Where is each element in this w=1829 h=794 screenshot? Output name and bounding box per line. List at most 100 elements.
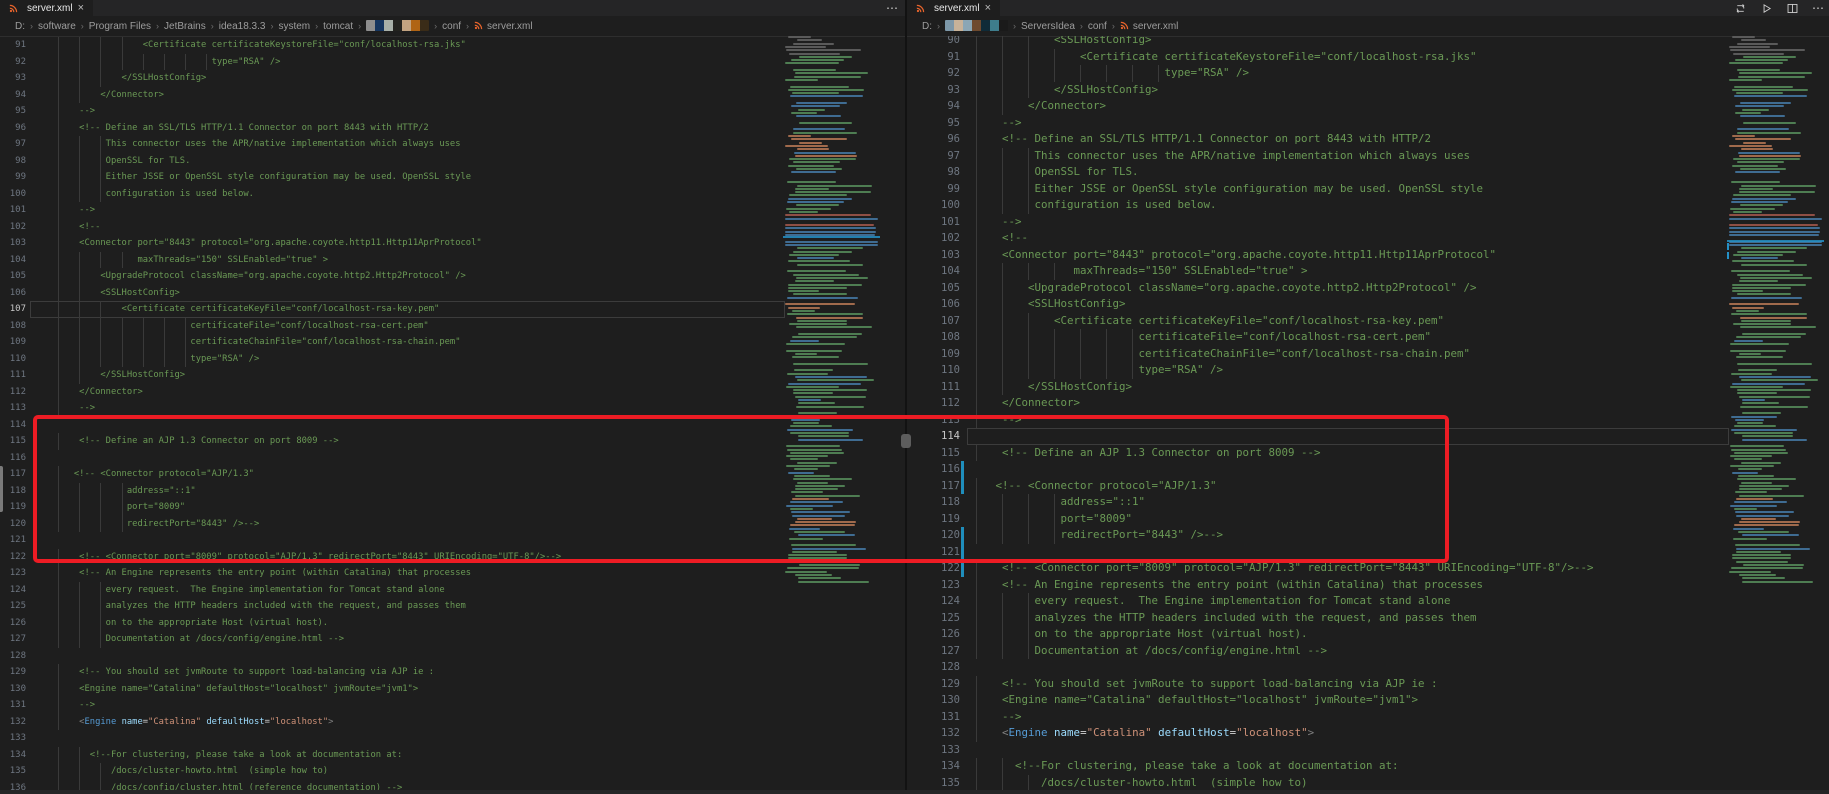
code-line[interactable]: 104 maxThreads="150" SSLEnabled="true" >	[907, 263, 1829, 280]
code-line[interactable]: 103 <Connector port="8443" protocol="org…	[0, 235, 905, 252]
code-line[interactable]: 125 analyzes the HTTP headers included w…	[907, 610, 1829, 627]
modified-line-indicator[interactable]	[961, 544, 964, 561]
code-line[interactable]: 119 port="8009"	[0, 499, 905, 516]
code-line[interactable]: 120 redirectPort="8443" />-->	[0, 516, 905, 533]
code-editor-left[interactable]: 91 <Certificate certificateKeystoreFile=…	[0, 36, 905, 794]
code-line[interactable]: 109 certificateChainFile="conf/localhost…	[907, 346, 1829, 363]
code-line[interactable]: 121	[0, 532, 905, 549]
code-line[interactable]: 96 <!-- Define an SSL/TLS HTTP/1.1 Conne…	[0, 120, 905, 137]
code-line[interactable]: 126 on to the appropriate Host (virtual …	[0, 615, 905, 632]
code-line[interactable]: 92 type="RSA" />	[907, 65, 1829, 82]
code-line[interactable]: 133	[907, 742, 1829, 759]
breadcrumb-item[interactable]: ServersIdea	[1020, 21, 1076, 32]
code-line[interactable]: 107 <Certificate certificateKeyFile="con…	[907, 313, 1829, 330]
code-line[interactable]: 114	[907, 428, 1829, 445]
breadcrumb-item[interactable]: system	[277, 21, 311, 32]
breadcrumb-item[interactable]: JetBrains	[163, 21, 207, 32]
code-line[interactable]: 116	[907, 461, 1829, 478]
code-line[interactable]: 115 <!-- Define an AJP 1.3 Connector on …	[0, 433, 905, 450]
code-line[interactable]: 94 </Connector>	[0, 87, 905, 104]
code-line[interactable]: 113 -->	[907, 412, 1829, 429]
breadcrumb-item-redacted[interactable]	[365, 20, 430, 31]
code-line[interactable]: 93 </SSLHostConfig>	[0, 70, 905, 87]
code-line[interactable]: 131 -->	[0, 697, 905, 714]
code-line[interactable]: 130 <Engine name="Catalina" defaultHost=…	[907, 692, 1829, 709]
code-line[interactable]: 102 <!--	[907, 230, 1829, 247]
pane-sash-handle[interactable]	[901, 434, 911, 448]
code-line[interactable]: 134 <!--For clustering, please take a lo…	[907, 758, 1829, 775]
code-line[interactable]: 106 <SSLHostConfig>	[907, 296, 1829, 313]
split-editor-button[interactable]	[1786, 2, 1799, 15]
breadcrumb-item[interactable]: tomcat	[322, 21, 354, 32]
code-line[interactable]: 122 <!-- <Connector port="8009" protocol…	[907, 560, 1829, 577]
code-line[interactable]: 135 /docs/cluster-howto.html (simple how…	[0, 763, 905, 780]
more-actions-button[interactable]: ⋯	[886, 1, 899, 15]
code-line[interactable]: 126 on to the appropriate Host (virtual …	[907, 626, 1829, 643]
code-line[interactable]: 123 <!-- An Engine represents the entry …	[907, 577, 1829, 594]
scrollbar-right[interactable]	[1824, 36, 1829, 794]
code-line[interactable]: 101 -->	[0, 202, 905, 219]
code-line[interactable]: 101 -->	[907, 214, 1829, 231]
code-line[interactable]: 127 Documentation at /docs/config/engine…	[907, 643, 1829, 660]
code-line[interactable]: 122 <!-- <Connector port="8009" protocol…	[0, 549, 905, 566]
code-line[interactable]: 132 <Engine name="Catalina" defaultHost=…	[907, 725, 1829, 742]
code-line[interactable]: 118 address="::1"	[0, 483, 905, 500]
code-line[interactable]: 128	[907, 659, 1829, 676]
open-changes-icon[interactable]	[1734, 2, 1747, 15]
code-line[interactable]: 95 -->	[907, 115, 1829, 132]
tab-server-xml-right[interactable]: server.xml ×	[907, 0, 1001, 16]
code-line[interactable]: 94 </Connector>	[907, 98, 1829, 115]
breadcrumb-item[interactable]: idea18.3.3	[218, 21, 267, 32]
code-line[interactable]: 98 OpenSSL for TLS.	[0, 153, 905, 170]
code-line[interactable]: 110 type="RSA" />	[907, 362, 1829, 379]
breadcrumb-item[interactable]: software	[37, 21, 77, 32]
code-line[interactable]: 104 maxThreads="150" SSLEnabled="true" >	[0, 252, 905, 269]
modified-line-indicator[interactable]	[961, 527, 964, 544]
code-line[interactable]: 129 <!-- You should set jvmRoute to supp…	[0, 664, 905, 681]
code-line[interactable]: 134 <!--For clustering, please take a lo…	[0, 747, 905, 764]
code-line[interactable]: 119 port="8009"	[907, 511, 1829, 528]
code-line[interactable]: 106 <SSLHostConfig>	[0, 285, 905, 302]
code-line[interactable]: 92 type="RSA" />	[0, 54, 905, 71]
code-line[interactable]: 130 <Engine name="Catalina" defaultHost=…	[0, 681, 905, 698]
code-line[interactable]: 113 -->	[0, 400, 905, 417]
tab-close-icon[interactable]: ×	[78, 3, 84, 13]
code-line[interactable]: 108 certificateFile="conf/localhost-rsa-…	[907, 329, 1829, 346]
code-line[interactable]: 112 </Connector>	[907, 395, 1829, 412]
breadcrumb-item[interactable]: conf	[1087, 21, 1108, 32]
run-button[interactable]	[1760, 2, 1773, 15]
code-line[interactable]: 115 <!-- Define an AJP 1.3 Connector on …	[907, 445, 1829, 462]
code-line[interactable]: 114	[0, 417, 905, 434]
code-line[interactable]: 97 This connector uses the APR/native im…	[0, 136, 905, 153]
code-line[interactable]: 135 /docs/cluster-howto.html (simple how…	[907, 775, 1829, 792]
code-line[interactable]: 97 This connector uses the APR/native im…	[907, 148, 1829, 165]
code-line[interactable]: 91 <Certificate certificateKeystoreFile=…	[907, 49, 1829, 66]
modified-line-indicator[interactable]	[961, 478, 964, 495]
minimap-right[interactable]	[1727, 36, 1824, 794]
breadcrumb-item[interactable]: conf	[441, 21, 462, 32]
minimap-left[interactable]	[783, 36, 880, 794]
modified-line-indicator[interactable]	[961, 461, 964, 478]
modified-line-indicator[interactable]	[961, 560, 964, 577]
code-line[interactable]: 125 analyzes the HTTP headers included w…	[0, 598, 905, 615]
code-editor-right[interactable]: 90 <SSLHostConfig>91 <Certificate certif…	[907, 36, 1829, 794]
code-line[interactable]: 108 certificateFile="conf/localhost-rsa-…	[0, 318, 905, 335]
code-line[interactable]: 111 </SSLHostConfig>	[0, 367, 905, 384]
breadcrumb-item[interactable]: D:	[14, 21, 26, 32]
code-line[interactable]: 93 </SSLHostConfig>	[907, 82, 1829, 99]
tab-server-xml-left[interactable]: server.xml ×	[0, 0, 94, 16]
code-line[interactable]: 128	[0, 648, 905, 665]
code-line[interactable]: 99 Either JSSE or OpenSSL style configur…	[0, 169, 905, 186]
code-line[interactable]: 98 OpenSSL for TLS.	[907, 164, 1829, 181]
code-line[interactable]: 132 <Engine name="Catalina" defaultHost=…	[0, 714, 905, 731]
breadcrumb-item[interactable]: Program Files	[88, 21, 152, 32]
code-line[interactable]: 105 <UpgradeProtocol className="org.apac…	[0, 268, 905, 285]
code-line[interactable]: 131 -->	[907, 709, 1829, 726]
scrollbar-left[interactable]	[880, 36, 905, 794]
code-line[interactable]: 121	[907, 544, 1829, 561]
code-line[interactable]: 90 <SSLHostConfig>	[907, 36, 1829, 49]
tab-close-icon[interactable]: ×	[985, 3, 991, 13]
code-line[interactable]: 112 </Connector>	[0, 384, 905, 401]
breadcrumb-item[interactable]: D:	[921, 21, 933, 32]
code-line[interactable]: 124 every request. The Engine implementa…	[0, 582, 905, 599]
